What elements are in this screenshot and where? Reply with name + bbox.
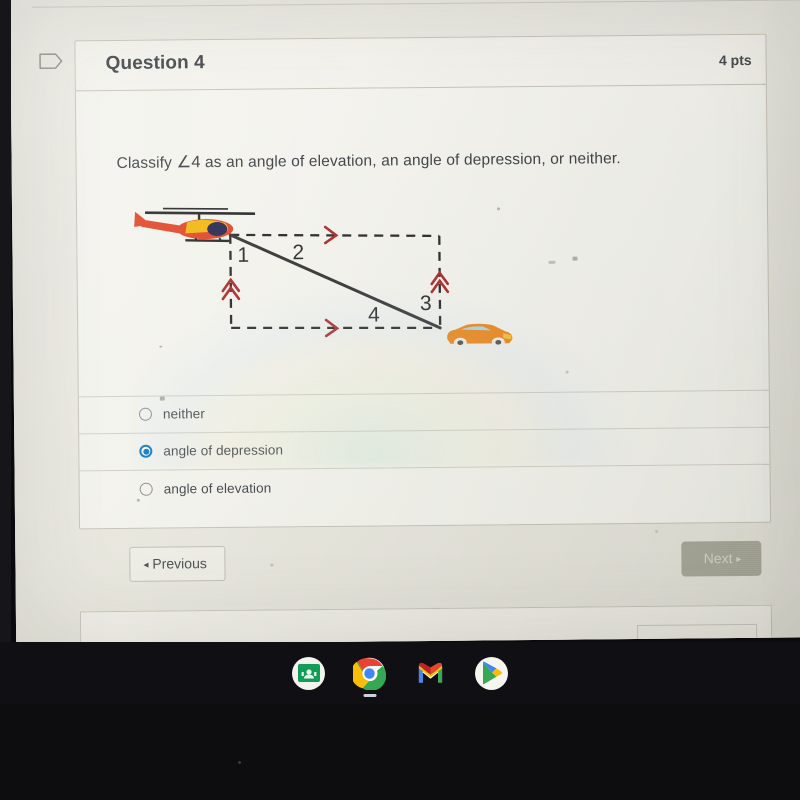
svg-text:1: 1 [237, 244, 249, 267]
angle-diagram: 1 2 3 4 [117, 187, 519, 371]
svg-text:3: 3 [420, 292, 432, 315]
chromeos-shelf [0, 642, 800, 704]
answer-label-neither: neither [162, 406, 206, 422]
google-classroom-icon[interactable] [292, 656, 325, 690]
quiz-navigation: ◂ Previous Next ▸ [79, 540, 771, 590]
flag-question-icon[interactable] [38, 51, 63, 70]
question-card: Question 4 4 pts Classify ∠4 as an angle… [74, 33, 772, 530]
question-title: Question 4 [105, 52, 205, 75]
prompt-angle-symbol: ∠4 [176, 153, 201, 172]
answer-option-angle-of-elevation[interactable]: angle of elevation [80, 465, 770, 509]
answer-label-angle-of-depression: angle of depression [163, 442, 284, 459]
question-points: 4 pts [718, 51, 752, 69]
photographed-screen: Question 4 4 pts Classify ∠4 as an angle… [0, 0, 800, 800]
car-icon [447, 323, 513, 348]
prompt-part-1: Classify [116, 154, 177, 172]
chrome-active-indicator [363, 694, 376, 697]
svg-text:2: 2 [292, 241, 304, 264]
browser-viewport: Question 4 4 pts Classify ∠4 as an angle… [10, 0, 800, 645]
chromeos-taskbar [0, 642, 800, 800]
gmail-icon[interactable] [414, 657, 447, 690]
radio-angle-of-elevation[interactable] [139, 482, 153, 497]
previous-button-label: Previous [152, 555, 207, 572]
next-button[interactable]: Next ▸ [681, 540, 762, 577]
question-prompt: Classify ∠4 as an angle of elevation, an… [116, 148, 620, 173]
question-header: Question 4 4 pts [75, 34, 766, 92]
google-chrome-icon[interactable] [353, 657, 386, 697]
question-body: Classify ∠4 as an angle of elevation, an… [76, 85, 770, 530]
svg-text:4: 4 [368, 303, 380, 326]
next-caret-icon: ▸ [736, 554, 742, 566]
radio-angle-of-depression[interactable] [139, 444, 153, 459]
screen-bezel-left [0, 0, 11, 644]
answer-options-list: neither angle of depression angle of ele… [78, 389, 770, 509]
next-button-label: Next [703, 550, 733, 567]
google-play-store-icon[interactable] [475, 656, 508, 690]
radio-neither[interactable] [138, 407, 153, 422]
prompt-part-2: as an angle of elevation, an angle of de… [200, 150, 621, 172]
taskbar-dust-speck [238, 761, 241, 764]
answer-label-angle-of-elevation: angle of elevation [163, 480, 272, 497]
next-question-card-partial [79, 604, 773, 645]
previous-caret-icon: ◂ [143, 559, 149, 571]
previous-button[interactable]: ◂ Previous [129, 545, 226, 582]
